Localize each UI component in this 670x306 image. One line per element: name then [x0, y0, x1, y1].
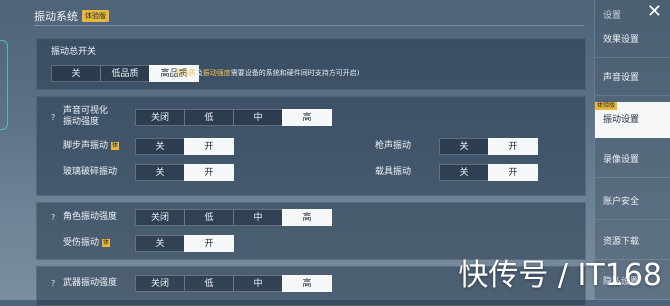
char-intensity-selector: 关闭 低 中 高 — [135, 209, 332, 226]
sound-intensity-label-2: 振动强度 — [63, 117, 100, 127]
weapon-intensity-high[interactable]: 高 — [282, 275, 332, 292]
master-option-off[interactable]: 关 — [51, 65, 101, 82]
close-icon[interactable]: ✕ — [647, 2, 662, 22]
left-edge-decoration — [0, 40, 8, 130]
weapon-intensity-label: 武器振动强度 — [63, 278, 118, 288]
weapon-intensity-low[interactable]: 低 — [184, 275, 234, 292]
hurt-vibration-label: 受伤振动体 — [63, 238, 111, 248]
char-intensity-high[interactable]: 高 — [282, 209, 332, 226]
quality-hint: (高品质及振动强度需要设备的系统和硬件同时支持方可开启) — [172, 68, 359, 78]
sidebar-item-effects[interactable]: 效果设置 — [595, 22, 670, 58]
weapon-intensity-mid[interactable]: 中 — [233, 275, 283, 292]
vehicle-toggle: 关 开 — [439, 164, 538, 181]
section-title: 振动系统 — [34, 10, 78, 23]
footstep-on[interactable]: 开 — [184, 138, 234, 155]
beta-mini-icon: 体 — [111, 141, 120, 150]
sidebar-header: 设置 — [603, 11, 622, 21]
hint-highlight-quality: 高品质 — [174, 69, 196, 77]
help-icon[interactable]: ? — [51, 279, 55, 288]
hint-rest: 需要设备的系统和硬件同时支持方可开启) — [230, 69, 360, 77]
sound-vibration-panel: ? 声音可视化 振动强度 关闭 低 中 高 脚步声振动体 关 开 玻璃破碎振动 … — [36, 96, 586, 196]
weapon-intensity-off[interactable]: 关闭 — [135, 275, 185, 292]
sound-intensity-mid[interactable]: 中 — [233, 109, 283, 126]
glass-vibration-label: 玻璃破碎振动 — [63, 167, 118, 177]
section-header: 振动系统 体验版 — [34, 8, 109, 24]
header-divider — [34, 25, 584, 26]
glass-off[interactable]: 关 — [135, 164, 185, 181]
sidebar-item-sound[interactable]: 声音设置 — [595, 60, 670, 96]
hurt-on[interactable]: 开 — [184, 235, 234, 252]
master-option-low-quality[interactable]: 低品质 — [100, 65, 150, 82]
footstep-vibration-label: 脚步声振动体 — [63, 141, 120, 151]
footstep-off[interactable]: 关 — [135, 138, 185, 155]
vehicle-off[interactable]: 关 — [439, 164, 489, 181]
gunshot-vibration-label: 枪声振动 — [375, 141, 412, 151]
sound-intensity-high[interactable]: 高 — [282, 109, 332, 126]
char-intensity-mid[interactable]: 中 — [233, 209, 283, 226]
master-switch-panel: 振动总开关 关 低品质 高品质 — [36, 38, 586, 90]
sidebar-beta-badge: 体验版 — [595, 102, 618, 110]
sound-intensity-label-1: 声音可视化 — [63, 106, 109, 116]
glass-on[interactable]: 开 — [184, 164, 234, 181]
beta-mini-icon: 体 — [102, 238, 111, 247]
char-intensity-low[interactable]: 低 — [184, 209, 234, 226]
vehicle-on[interactable]: 开 — [488, 164, 538, 181]
footstep-toggle: 关 开 — [135, 138, 234, 155]
sidebar-item-recording[interactable]: 录像设置 — [595, 142, 670, 178]
gunshot-on[interactable]: 开 — [488, 138, 538, 155]
hint-highlight-intensity: 振动强度 — [202, 69, 231, 77]
sidebar-item-account[interactable]: 账户安全 — [595, 184, 670, 220]
sound-intensity-low[interactable]: 低 — [184, 109, 234, 126]
glass-toggle: 关 开 — [135, 164, 234, 181]
weapon-intensity-selector: 关闭 低 中 高 — [135, 275, 332, 292]
sound-intensity-off[interactable]: 关闭 — [135, 109, 185, 126]
vehicle-vibration-label: 载具振动 — [375, 167, 412, 177]
help-icon[interactable]: ? — [51, 213, 55, 222]
gunshot-off[interactable]: 关 — [439, 138, 489, 155]
hint-and: 及 — [195, 69, 203, 77]
char-intensity-off[interactable]: 关闭 — [135, 209, 185, 226]
sound-intensity-selector: 关闭 低 中 高 — [135, 109, 332, 126]
watermark: 快传号 / IT168 — [458, 258, 662, 293]
hurt-toggle: 关 开 — [135, 235, 234, 252]
master-switch-label: 振动总开关 — [51, 47, 97, 57]
help-icon[interactable]: ? — [51, 113, 55, 122]
hurt-off[interactable]: 关 — [135, 235, 185, 252]
gunshot-toggle: 关 开 — [439, 138, 538, 155]
char-intensity-label: 角色振动强度 — [63, 212, 118, 222]
beta-badge: 体验版 — [82, 10, 109, 22]
